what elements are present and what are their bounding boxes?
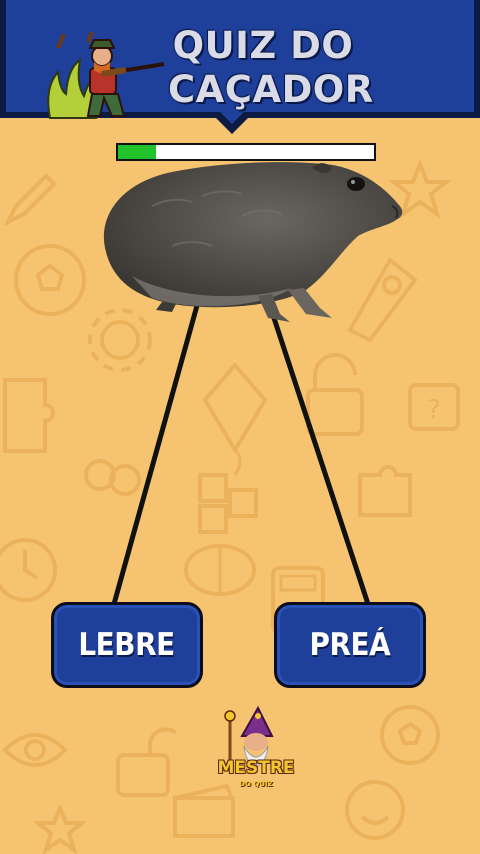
logo-subtitle: DO QUIZ [239,780,273,788]
string-right [269,311,371,605]
answer-label: PREÁ [309,627,391,663]
answer-button-prea[interactable]: PREÁ [274,602,426,688]
answer-label: LEBRE [78,627,176,663]
string-left [111,301,201,605]
guinea-pig-image [92,156,408,326]
answer-button-lebre[interactable]: LEBRE [51,602,203,688]
logo-title: MESTRE [217,758,295,778]
mestre-do-quiz-logo: MESTRE DO QUIZ [214,705,298,810]
